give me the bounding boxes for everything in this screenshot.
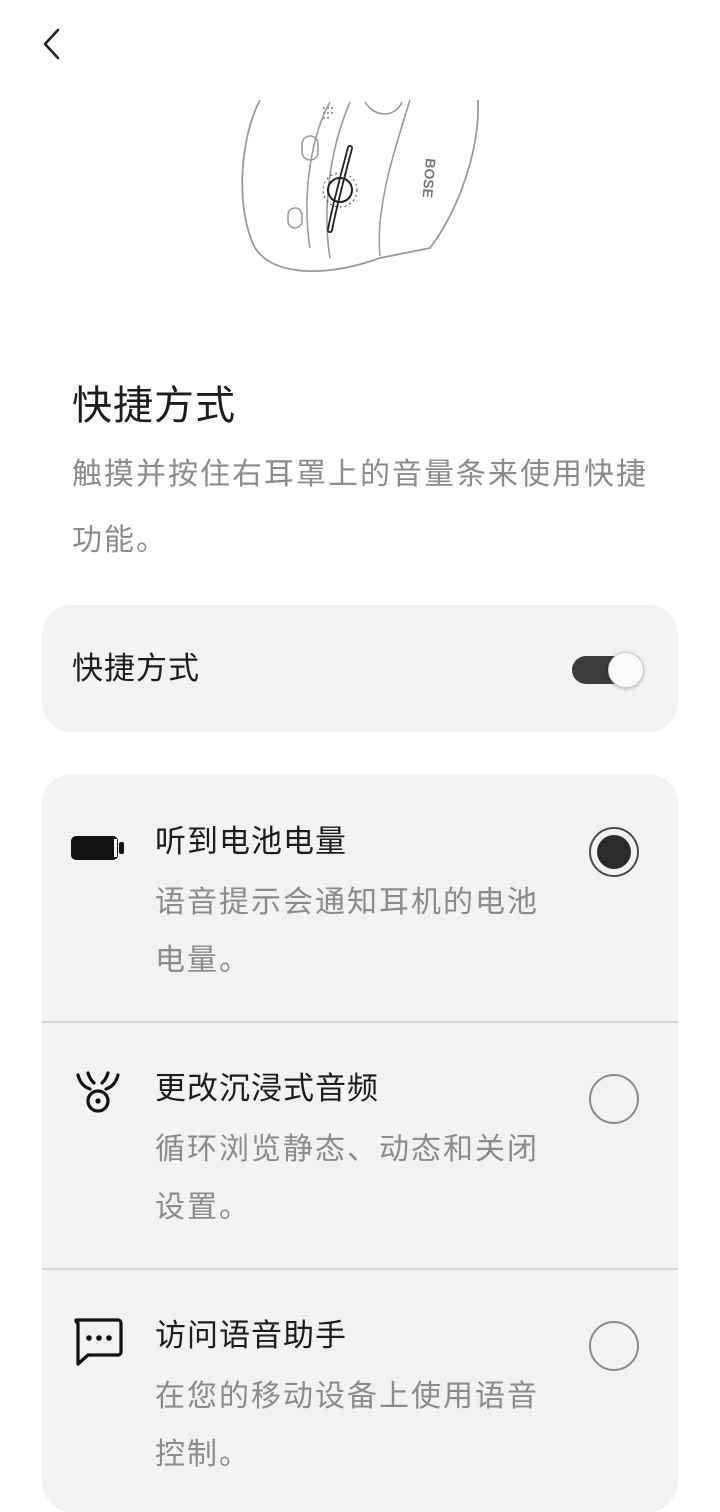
immersive-audio-icon (76, 1071, 120, 1113)
brand-logo: BOSE (420, 158, 439, 199)
shortcut-options-list: 听到电池电量 语音提示会通知耳机的电池电量。 更改沉浸式音频 循环浏览静态、动态… (42, 774, 678, 1512)
radio-button-selected[interactable] (589, 827, 639, 877)
shortcut-toggle-card: 快捷方式 (42, 605, 678, 732)
radio-button[interactable] (589, 1074, 639, 1124)
chevron-left-icon (43, 28, 60, 60)
radio-dot (597, 835, 631, 869)
option-immersive-audio[interactable]: 更改沉浸式音频 循环浏览静态、动态和关闭设置。 (42, 1021, 678, 1268)
option-description: 循环浏览静态、动态和关闭设置。 (155, 1132, 539, 1225)
divider (42, 1268, 678, 1270)
option-voice-assistant[interactable]: 访问语音助手 在您的移动设备上使用语音控制。 (42, 1268, 678, 1512)
shortcut-toggle-label: 快捷方式 (72, 651, 200, 687)
divider (42, 1021, 678, 1023)
voice-assistant-chat-icon (74, 1318, 123, 1366)
option-description: 语音提示会通知耳机的电池电量。 (155, 885, 539, 978)
option-title: 访问语音助手 (155, 1318, 347, 1354)
page-title: 快捷方式 (72, 383, 236, 429)
switch-knob (608, 652, 644, 688)
shortcut-toggle-switch[interactable] (572, 651, 644, 688)
option-description: 在您的移动设备上使用语音控制。 (155, 1379, 539, 1472)
battery-icon (71, 836, 124, 860)
page-description: 触摸并按住右耳罩上的音量条来使用快捷功能。 (72, 457, 648, 558)
radio-button[interactable] (589, 1321, 639, 1371)
option-battery-level[interactable]: 听到电池电量 语音提示会通知耳机的电池电量。 (42, 774, 678, 1021)
option-title: 听到电池电量 (155, 824, 347, 860)
back-button[interactable] (30, 22, 74, 66)
headphone-earcup-illustration: BOSE (230, 98, 500, 288)
option-title: 更改沉浸式音频 (155, 1071, 379, 1107)
